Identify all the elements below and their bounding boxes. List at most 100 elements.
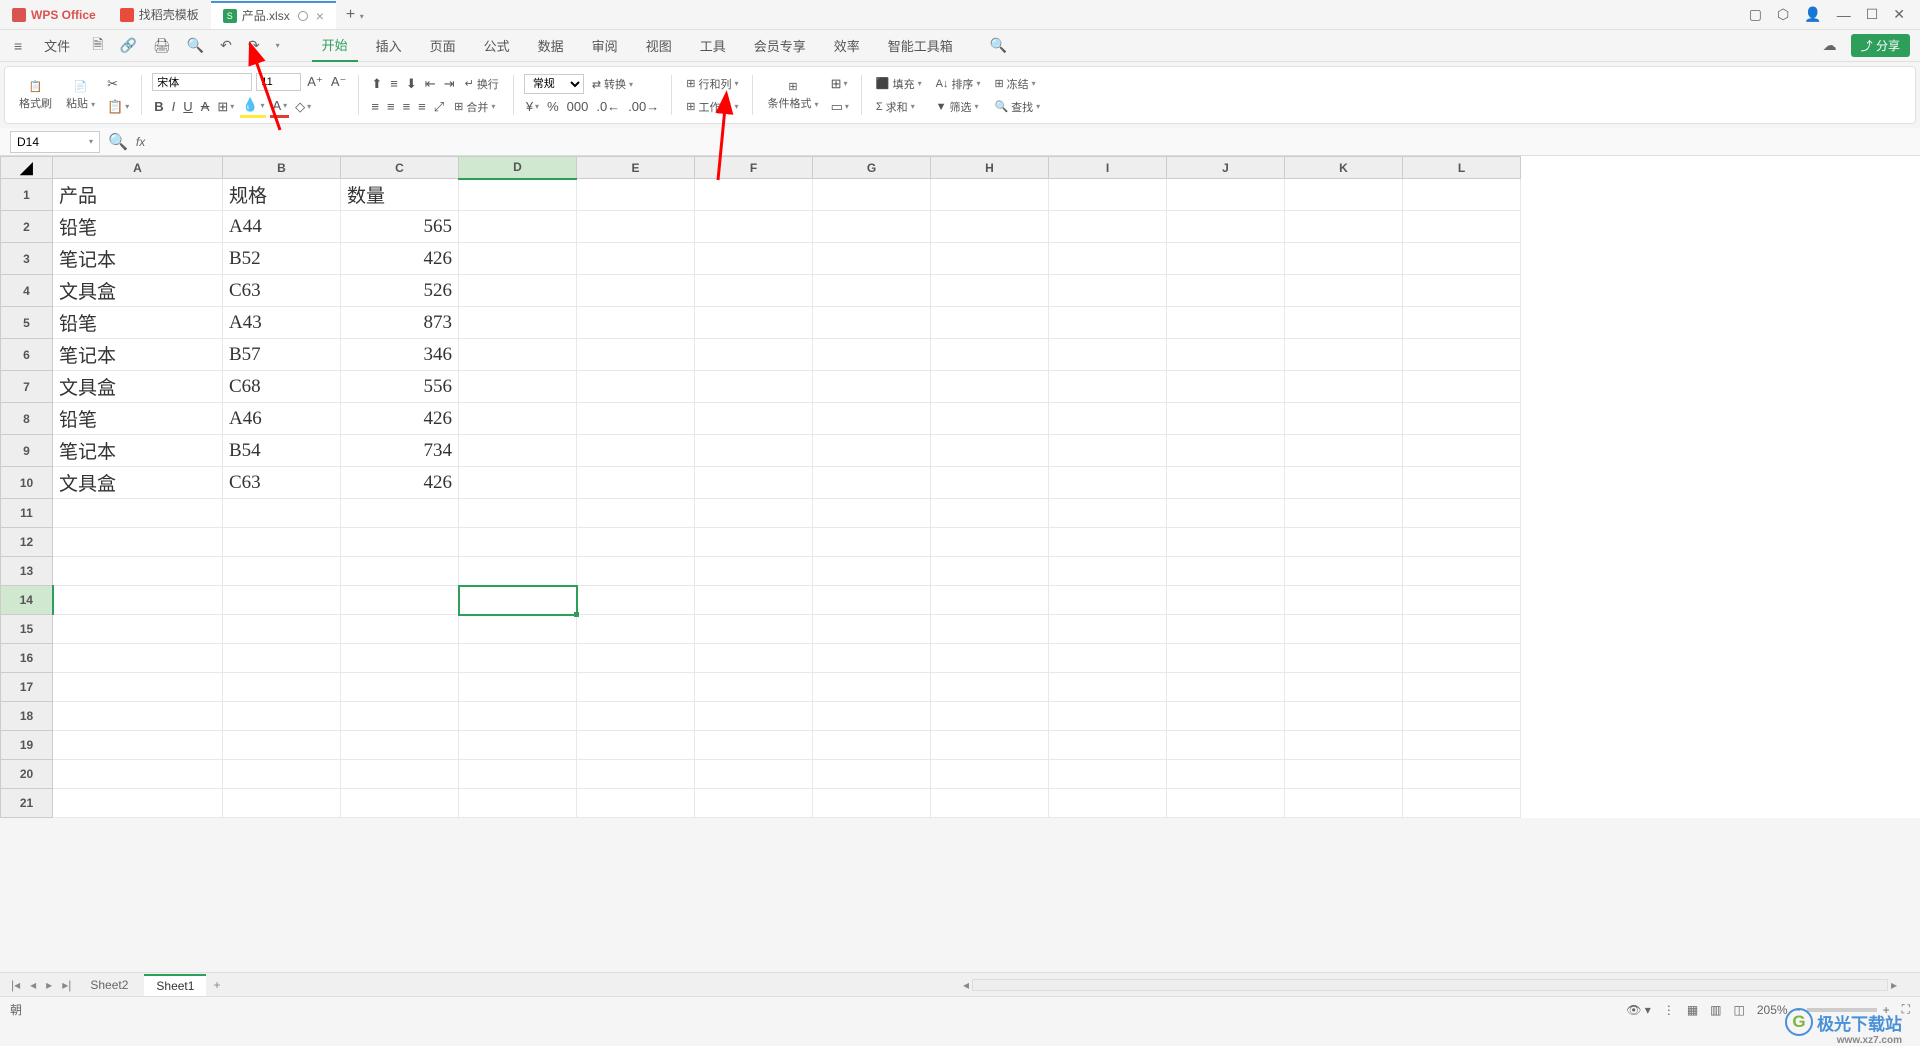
cell-I5[interactable]: [1049, 307, 1167, 339]
cell-D13[interactable]: [459, 557, 577, 586]
col-header-K[interactable]: K: [1285, 157, 1403, 179]
cell-H11[interactable]: [931, 499, 1049, 528]
cell-E7[interactable]: [577, 371, 695, 403]
cube-icon[interactable]: ⬡: [1777, 6, 1789, 23]
select-all-corner[interactable]: ◢: [1, 157, 53, 179]
cell-G13[interactable]: [813, 557, 931, 586]
cell-C8[interactable]: 426: [341, 403, 459, 435]
cell-D11[interactable]: [459, 499, 577, 528]
cell-B1[interactable]: 规格: [223, 179, 341, 211]
cell-B7[interactable]: C68: [223, 371, 341, 403]
strikethrough-icon[interactable]: A: [199, 97, 212, 116]
cell-C4[interactable]: 526: [341, 275, 459, 307]
row-header-12[interactable]: 12: [1, 528, 53, 557]
cell-I11[interactable]: [1049, 499, 1167, 528]
font-color-icon[interactable]: A ▾: [270, 96, 289, 118]
menu-tab-formula[interactable]: 公式: [474, 30, 520, 61]
cell-E13[interactable]: [577, 557, 695, 586]
cell-L4[interactable]: [1403, 275, 1521, 307]
row-header-4[interactable]: 4: [1, 275, 53, 307]
row-header-2[interactable]: 2: [1, 211, 53, 243]
cell-B18[interactable]: [223, 702, 341, 731]
currency-icon[interactable]: ¥ ▾: [524, 97, 541, 116]
sheet-nav-next[interactable]: ▸: [43, 978, 55, 992]
row-header-17[interactable]: 17: [1, 673, 53, 702]
cell-E4[interactable]: [577, 275, 695, 307]
cell-F11[interactable]: [695, 499, 813, 528]
col-header-G[interactable]: G: [813, 157, 931, 179]
col-header-C[interactable]: C: [341, 157, 459, 179]
cell-D15[interactable]: [459, 615, 577, 644]
cond-format-label[interactable]: 条件格式 ▾: [767, 95, 818, 111]
cell-B9[interactable]: B54: [223, 435, 341, 467]
cell-A21[interactable]: [53, 789, 223, 818]
cell-D9[interactable]: [459, 435, 577, 467]
cell-K5[interactable]: [1285, 307, 1403, 339]
cell-G19[interactable]: [813, 731, 931, 760]
cell-J3[interactable]: [1167, 243, 1285, 275]
cell-F10[interactable]: [695, 467, 813, 499]
cell-H2[interactable]: [931, 211, 1049, 243]
cell-K2[interactable]: [1285, 211, 1403, 243]
lookup-icon[interactable]: 🔍: [108, 132, 128, 152]
menu-tab-view[interactable]: 视图: [636, 30, 682, 61]
row-col-button[interactable]: ⊞ 行和列 ▾: [682, 74, 742, 94]
cell-H17[interactable]: [931, 673, 1049, 702]
cell-E14[interactable]: [577, 586, 695, 615]
avatar-icon[interactable]: 👤: [1804, 6, 1821, 23]
cell-C5[interactable]: 873: [341, 307, 459, 339]
cell-L9[interactable]: [1403, 435, 1521, 467]
cell-C9[interactable]: 734: [341, 435, 459, 467]
cell-G12[interactable]: [813, 528, 931, 557]
cell-E9[interactable]: [577, 435, 695, 467]
cell-J7[interactable]: [1167, 371, 1285, 403]
cell-J19[interactable]: [1167, 731, 1285, 760]
col-header-L[interactable]: L: [1403, 157, 1521, 179]
cell-K16[interactable]: [1285, 644, 1403, 673]
cell-D3[interactable]: [459, 243, 577, 275]
cell-J8[interactable]: [1167, 403, 1285, 435]
cell-F9[interactable]: [695, 435, 813, 467]
menu-tab-efficiency[interactable]: 效率: [824, 30, 870, 61]
cell-L3[interactable]: [1403, 243, 1521, 275]
appbox-icon[interactable]: ▢: [1749, 6, 1762, 23]
cell-D7[interactable]: [459, 371, 577, 403]
col-header-E[interactable]: E: [577, 157, 695, 179]
cell-J17[interactable]: [1167, 673, 1285, 702]
cell-J9[interactable]: [1167, 435, 1285, 467]
align-center-icon[interactable]: ≡: [385, 97, 397, 116]
spreadsheet-grid[interactable]: ◢ABCDEFGHIJKL1产品规格数量2铅笔A445653笔记本B524264…: [0, 156, 1521, 818]
cell-E1[interactable]: [577, 179, 695, 211]
cell-L21[interactable]: [1403, 789, 1521, 818]
cell-C19[interactable]: [341, 731, 459, 760]
share-button[interactable]: ⤴ 分享: [1851, 34, 1910, 57]
cell-G9[interactable]: [813, 435, 931, 467]
cell-B10[interactable]: C63: [223, 467, 341, 499]
cell-E3[interactable]: [577, 243, 695, 275]
cell-L8[interactable]: [1403, 403, 1521, 435]
hscroll-right[interactable]: ▸: [1888, 978, 1900, 992]
redo-icon[interactable]: ↷: [244, 35, 264, 56]
cell-J4[interactable]: [1167, 275, 1285, 307]
cell-C21[interactable]: [341, 789, 459, 818]
row-header-8[interactable]: 8: [1, 403, 53, 435]
sheet-tab-sheet2[interactable]: Sheet2: [78, 975, 140, 995]
hscroll-track[interactable]: [972, 979, 1888, 991]
cell-E12[interactable]: [577, 528, 695, 557]
cell-I6[interactable]: [1049, 339, 1167, 371]
add-sheet-button[interactable]: +: [210, 978, 223, 992]
font-size-select[interactable]: [256, 73, 301, 91]
name-box[interactable]: D14 ▾: [10, 131, 100, 153]
align-bottom-icon[interactable]: ⬇: [404, 74, 419, 94]
cell-A16[interactable]: [53, 644, 223, 673]
cell-B3[interactable]: B52: [223, 243, 341, 275]
cell-H10[interactable]: [931, 467, 1049, 499]
cell-I1[interactable]: [1049, 179, 1167, 211]
cell-A13[interactable]: [53, 557, 223, 586]
cell-K20[interactable]: [1285, 760, 1403, 789]
row-header-10[interactable]: 10: [1, 467, 53, 499]
cell-C2[interactable]: 565: [341, 211, 459, 243]
table-style-icon[interactable]: ▭ ▾: [829, 97, 851, 117]
view-normal-icon[interactable]: ▦: [1687, 1003, 1698, 1017]
cell-D5[interactable]: [459, 307, 577, 339]
